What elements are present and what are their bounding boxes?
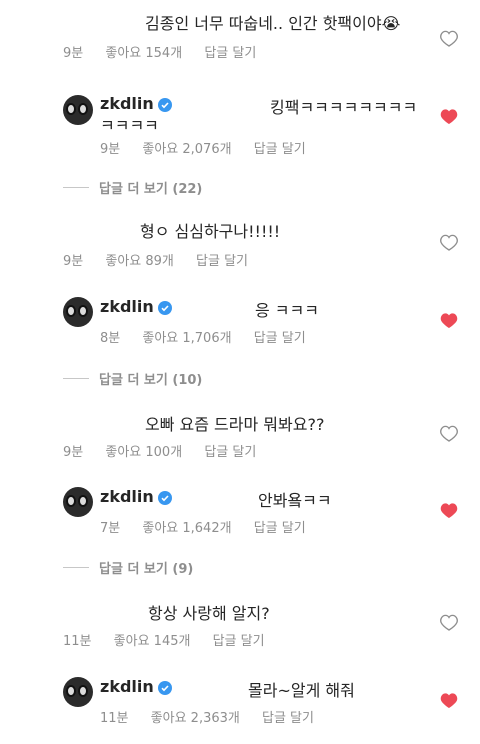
verified-badge-icon: [158, 491, 172, 505]
heart-filled-icon[interactable]: [440, 108, 458, 125]
verified-badge-icon: [158, 98, 172, 112]
reply-meta: 11분 좋아요 2,363개 답글 달기: [100, 707, 332, 726]
reply-button[interactable]: 답글 달기: [213, 630, 265, 649]
reply-meta: 7분 좋아요 1,642개 답글 달기: [100, 517, 324, 536]
reply-text: 안봐욬ㅋㅋ: [258, 491, 332, 510]
heart-outline-icon[interactable]: [440, 614, 458, 631]
reply-button[interactable]: 답글 달기: [254, 138, 306, 157]
comment-meta: 9분 좋아요 89개 답글 달기: [63, 250, 266, 269]
reply-meta: 8분 좋아요 1,706개 답글 달기: [100, 327, 324, 346]
comment-text: 김종인 너무 따숩네.. 인간 핫팩이야😭: [145, 14, 401, 33]
reply-button[interactable]: 답글 달기: [196, 250, 248, 269]
reply-button[interactable]: 답글 달기: [262, 707, 314, 726]
comment-time: 9분: [63, 254, 84, 269]
avatar[interactable]: [63, 487, 93, 517]
comment-time: 9분: [63, 445, 84, 460]
reply-username[interactable]: zkdlin: [100, 487, 154, 506]
reply-time: 11분: [100, 711, 129, 726]
comment-text: 항상 사랑해 알지?: [148, 604, 270, 623]
reply-time: 8분: [100, 331, 121, 346]
comment-meta: 9분 좋아요 100개 답글 달기: [63, 441, 274, 460]
heart-outline-icon[interactable]: [440, 425, 458, 442]
divider-line: [63, 186, 89, 188]
heart-filled-icon[interactable]: [440, 692, 458, 709]
avatar[interactable]: [63, 95, 93, 125]
comment-text: 오빠 요즘 드라마 뭐봐요??: [145, 415, 325, 434]
view-more-label[interactable]: 답글 더 보기 (9): [99, 558, 193, 577]
view-more-replies[interactable]: 답글 더 보기 (22): [63, 178, 202, 197]
comment-text: 형ㅇ 심심하구나!!!!!: [140, 222, 281, 241]
reply-meta: 9분 좋아요 2,076개 답글 달기: [100, 138, 324, 157]
reply-button[interactable]: 답글 달기: [204, 42, 256, 61]
comment-likes[interactable]: 좋아요 89개: [105, 250, 174, 269]
verified-badge-icon: [158, 301, 172, 315]
reply-button[interactable]: 답글 달기: [204, 441, 256, 460]
reply-text-continued: ㅋㅋㅋㅋ: [100, 116, 159, 135]
reply-likes[interactable]: 좋아요 1,706개: [142, 327, 231, 346]
heart-filled-icon[interactable]: [440, 502, 458, 519]
comment-time: 9분: [63, 46, 84, 61]
comment-time: 11분: [63, 634, 92, 649]
reply-button[interactable]: 답글 달기: [254, 517, 306, 536]
heart-outline-icon[interactable]: [440, 234, 458, 251]
avatar[interactable]: [63, 677, 93, 707]
reply-username[interactable]: zkdlin: [100, 297, 154, 316]
divider-line: [63, 566, 89, 568]
comment-meta: 11분 좋아요 145개 답글 달기: [63, 630, 283, 649]
view-more-replies[interactable]: 답글 더 보기 (9): [63, 558, 193, 577]
view-more-replies[interactable]: 답글 더 보기 (10): [63, 369, 202, 388]
reply-likes[interactable]: 좋아요 2,076개: [142, 138, 231, 157]
reply-text: 몰라~알게 해줘: [248, 681, 355, 700]
comment-meta: 9분 좋아요 154개 답글 달기: [63, 42, 274, 61]
heart-outline-icon[interactable]: [440, 30, 458, 47]
reply-text: 킹팩ㅋㅋㅋㅋㅋㅋㅋㅋ: [270, 98, 418, 117]
divider-line: [63, 377, 89, 379]
reply-text: 응 ㅋㅋㅋ: [255, 301, 319, 320]
reply-username[interactable]: zkdlin: [100, 94, 154, 113]
comment-likes[interactable]: 좋아요 145개: [114, 630, 191, 649]
heart-filled-icon[interactable]: [440, 312, 458, 329]
reply-button[interactable]: 답글 달기: [254, 327, 306, 346]
view-more-label[interactable]: 답글 더 보기 (22): [99, 178, 202, 197]
avatar[interactable]: [63, 297, 93, 327]
reply-username[interactable]: zkdlin: [100, 677, 154, 696]
reply-likes[interactable]: 좋아요 2,363개: [151, 707, 240, 726]
reply-time: 7분: [100, 521, 121, 536]
comment-likes[interactable]: 좋아요 100개: [105, 441, 182, 460]
verified-badge-icon: [158, 681, 172, 695]
comment-likes[interactable]: 좋아요 154개: [105, 42, 182, 61]
reply-time: 9분: [100, 142, 121, 157]
reply-likes[interactable]: 좋아요 1,642개: [142, 517, 231, 536]
view-more-label[interactable]: 답글 더 보기 (10): [99, 369, 202, 388]
